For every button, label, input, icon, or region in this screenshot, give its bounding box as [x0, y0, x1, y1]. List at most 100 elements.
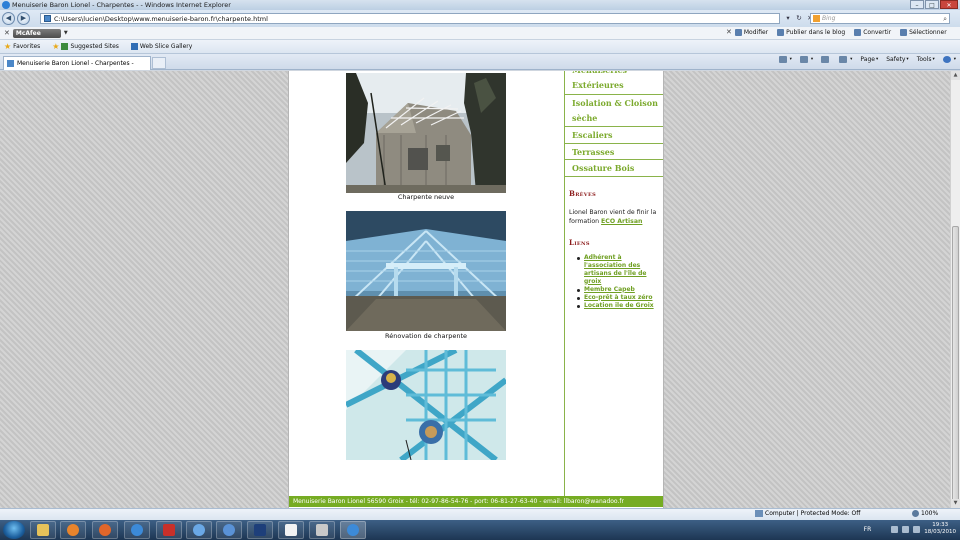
link-association-artisans[interactable]: Adhérent à l'association des artisans de…	[584, 254, 646, 285]
clock[interactable]: 19:33 18/03/2010	[924, 522, 956, 536]
new-tab-button[interactable]	[152, 57, 166, 69]
taskbar-itunes-2[interactable]	[216, 521, 242, 539]
minimize-button[interactable]: –	[910, 0, 924, 9]
sidebar: Menuiseries Extérieures Isolation & Cloi…	[564, 71, 663, 496]
scroll-up-icon[interactable]: ▲	[951, 71, 960, 80]
link-eco-pret[interactable]: Eco-prêt à taux zéro	[584, 294, 652, 301]
breves-heading: Brèves	[569, 188, 596, 198]
taskbar-notepad[interactable]	[278, 521, 304, 539]
taskbar-tools[interactable]	[309, 521, 335, 539]
back-button[interactable]: ◀	[2, 12, 15, 25]
taskbar-explorer[interactable]	[30, 521, 56, 539]
tray-flag-icon[interactable]	[891, 525, 899, 533]
filezilla-icon	[163, 524, 175, 536]
firefox-icon	[99, 524, 111, 536]
tab-charpentes[interactable]: Menuiserie Baron Lionel - Charpentes -	[3, 56, 151, 70]
itunes-icon	[193, 524, 205, 536]
star-icon: ★	[4, 42, 12, 51]
tools-menu[interactable]: Tools ▾	[917, 56, 935, 63]
window-title-bar: Menuiserie Baron Lionel - Charpentes - -…	[0, 0, 960, 10]
menu-isolation-cloison[interactable]: Isolation & Cloison sèche	[565, 95, 663, 127]
zoom-control[interactable]: 100%	[912, 510, 938, 517]
taskbar-filezilla[interactable]	[156, 521, 182, 539]
tab-bar: Menuiserie Baron Lionel - Charpentes - ▾…	[0, 54, 960, 70]
link-location-groix[interactable]: Location ile de Groix	[584, 302, 654, 309]
window-title: Menuiserie Baron Lionel - Charpentes - -…	[12, 1, 231, 9]
forward-button[interactable]: ▶	[17, 12, 30, 25]
mail-icon	[821, 56, 830, 63]
safety-menu[interactable]: Safety ▾	[886, 56, 908, 63]
web-slice-icon	[130, 43, 138, 50]
mcafee-dropdown-icon[interactable]: ▼	[64, 30, 68, 36]
menu-ossature-bois[interactable]: Ossature Bois	[565, 160, 663, 177]
select-icon	[900, 28, 908, 36]
read-mail-button[interactable]	[821, 56, 831, 63]
photo-escalier-bleu-image	[346, 350, 506, 463]
favorites-button[interactable]: ★ Favorites	[4, 42, 40, 51]
music-icon	[223, 524, 235, 536]
close-addon-icon[interactable]: ✕	[726, 28, 732, 36]
favorites-bar: ★ Favorites ★ Suggested Sites Web Slice Ga…	[0, 40, 960, 54]
menu-menuiseries-exterieures[interactable]: Menuiseries Extérieures	[565, 71, 663, 95]
notepad-icon	[285, 524, 297, 536]
home-button[interactable]: ▾	[778, 56, 792, 63]
tools-icon	[316, 524, 328, 536]
link-membre-capeb[interactable]: Membre Capeb	[584, 286, 635, 293]
page-menu[interactable]: Page ▾	[860, 56, 878, 63]
home-icon	[778, 56, 787, 63]
taskbar-itunes[interactable]	[186, 521, 212, 539]
publier-blog-button[interactable]: Publier dans le blog	[777, 28, 845, 36]
breves-text: Lionel Baron vient de finir la formation…	[569, 208, 657, 225]
blog-icon	[777, 28, 785, 36]
security-zone[interactable]: Computer | Protected Mode: Off	[755, 510, 860, 517]
taskbar-ie-active[interactable]	[340, 521, 366, 539]
vertical-scrollbar[interactable]: ▲ ▼	[950, 71, 960, 508]
tray-volume-icon[interactable]	[913, 525, 921, 533]
convertir-button[interactable]: Convertir	[854, 28, 891, 36]
address-url[interactable]: C:\Users\lucien\Desktop\www.menuiserie-b…	[54, 15, 268, 23]
print-button[interactable]: ▾	[839, 56, 852, 63]
start-button[interactable]	[3, 521, 25, 539]
zoom-icon	[912, 510, 919, 517]
search-input[interactable]: Bing	[822, 15, 835, 22]
modifier-button[interactable]: Modifier	[734, 28, 768, 36]
photo-charpente-neuve-image	[346, 73, 506, 193]
maximize-button[interactable]: □	[925, 0, 939, 9]
search-icon[interactable]: ⌕	[943, 14, 947, 24]
feeds-button[interactable]: ▾	[799, 56, 813, 63]
tray-network-icon[interactable]	[902, 525, 910, 533]
taskbar-media-player[interactable]	[60, 521, 86, 539]
dropdown-arrow-icon[interactable]: ▾	[783, 13, 793, 24]
taskbar-firefox[interactable]	[92, 521, 118, 539]
web-slice-gallery-link[interactable]: Web Slice Gallery	[130, 43, 192, 50]
eco-artisan-link[interactable]: ECO Artisan	[601, 218, 642, 225]
tab-page-icon	[7, 60, 14, 67]
menu-terrasses[interactable]: Terrasses	[565, 144, 663, 160]
list-item: Membre Capeb	[575, 286, 661, 294]
list-item: Adhérent à l'association des artisans de…	[575, 254, 661, 286]
taskbar-ie[interactable]	[124, 521, 150, 539]
ie-logo-icon	[2, 1, 10, 9]
bing-icon	[813, 15, 820, 22]
list-item: Eco-prêt à taux zéro	[575, 294, 661, 302]
mcafee-button[interactable]: McAfee	[12, 28, 61, 38]
close-button[interactable]: ✕	[940, 0, 958, 9]
suggested-sites-link[interactable]: ★ Suggested Sites	[52, 42, 119, 51]
refresh-icon[interactable]: ↻	[794, 13, 804, 24]
search-box[interactable]: Bing ⌕	[810, 13, 950, 24]
rss-icon	[799, 56, 808, 63]
caption-charpente-neuve: Charpente neuve	[397, 193, 455, 201]
help-button[interactable]: ▾	[942, 56, 956, 63]
taskbar-photoshop[interactable]	[247, 521, 273, 539]
close-toolbar-icon[interactable]: ✕	[4, 29, 10, 37]
selectionner-button[interactable]: Sélectionner	[900, 28, 947, 36]
language-indicator[interactable]: FR	[864, 526, 872, 533]
scroll-thumb[interactable]	[952, 226, 959, 504]
main-content: Charpente neuve Rénovation de charpente	[289, 71, 564, 496]
help-icon	[942, 56, 951, 63]
window-controls: – □ ✕	[909, 0, 958, 9]
address-bar[interactable]: C:\Users\lucien\Desktop\www.menuiserie-b…	[40, 13, 780, 24]
scroll-down-icon[interactable]: ▼	[951, 499, 960, 508]
menu-escaliers[interactable]: Escaliers	[565, 127, 663, 144]
tab-title: Menuiserie Baron Lionel - Charpentes -	[17, 60, 134, 67]
